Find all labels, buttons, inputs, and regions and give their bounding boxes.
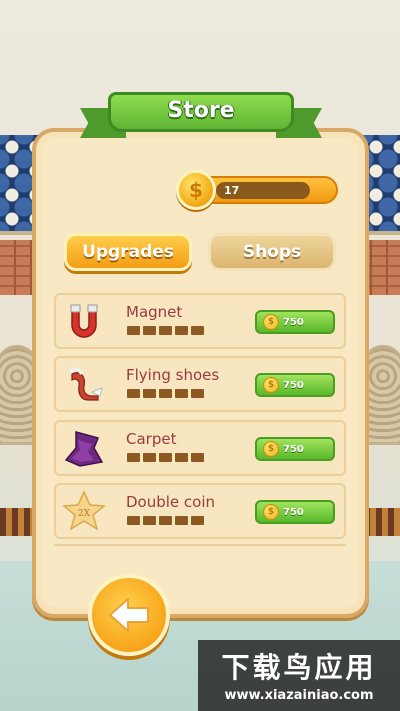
price-label: 750 xyxy=(283,443,304,455)
svg-text:2X: 2X xyxy=(78,509,91,519)
list-item-magnet: Magnet $ 750 xyxy=(54,293,346,349)
item-name: Double coin xyxy=(126,493,216,511)
watermark: 下载鸟应用 www.xiazainiao.com xyxy=(198,640,400,711)
coin-balance-value: 17 xyxy=(224,184,240,197)
coin-icon: $ xyxy=(263,441,279,457)
item-name: Carpet xyxy=(126,430,177,448)
level-meter xyxy=(127,453,204,462)
coin-icon: $ xyxy=(263,377,279,393)
price-label: 750 xyxy=(283,506,304,518)
carpet-icon xyxy=(64,431,104,467)
coin-balance-bar: 17 xyxy=(198,176,338,204)
list-item-flying-shoes: Flying shoes $ 750 xyxy=(54,356,346,412)
title-ribbon: Store xyxy=(80,86,322,146)
list-item-double-coin: 2X Double coin $ 750 xyxy=(54,483,346,539)
page-title: Store xyxy=(167,98,235,123)
buy-magnet-button[interactable]: $ 750 xyxy=(255,310,335,334)
buy-flying-shoes-button[interactable]: $ 750 xyxy=(255,373,335,397)
tab-shops[interactable]: Shops xyxy=(208,233,336,271)
buy-double-coin-button[interactable]: $ 750 xyxy=(255,500,335,524)
item-name: Flying shoes xyxy=(126,366,220,384)
item-name: Magnet xyxy=(126,303,183,321)
level-meter xyxy=(127,516,204,525)
coin-icon: $ xyxy=(263,314,279,330)
price-label: 750 xyxy=(283,379,304,391)
level-meter xyxy=(127,326,204,335)
back-arrow-icon xyxy=(109,598,149,632)
magnet-icon xyxy=(70,304,98,338)
coin-icon: $ xyxy=(176,170,216,210)
list-item-carpet: Carpet $ 750 xyxy=(54,420,346,476)
buy-carpet-button[interactable]: $ 750 xyxy=(255,437,335,461)
flying-shoes-icon xyxy=(68,367,103,401)
coin-icon: $ xyxy=(263,504,279,520)
list-item-partial xyxy=(54,544,346,558)
tab-upgrades[interactable]: Upgrades xyxy=(64,233,192,271)
double-coin-star-icon: 2X xyxy=(62,490,106,531)
level-meter xyxy=(127,389,204,398)
back-button[interactable] xyxy=(88,574,170,656)
price-label: 750 xyxy=(283,316,304,328)
